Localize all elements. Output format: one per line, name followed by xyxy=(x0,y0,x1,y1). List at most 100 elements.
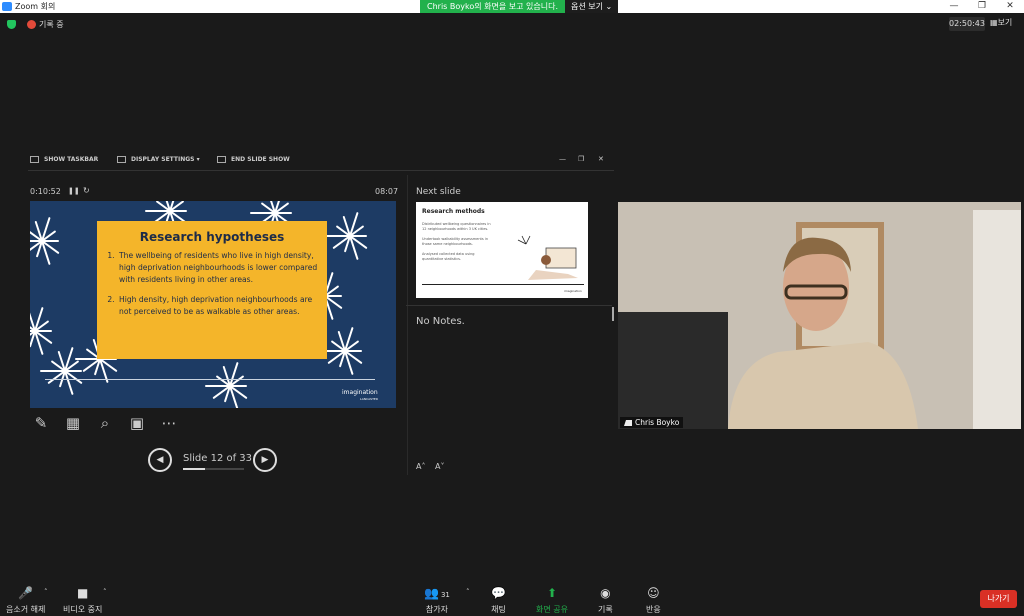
next-slide-line: Distributed wellbeing questionnaires in … xyxy=(422,222,491,231)
grid-view-icon: ▦ xyxy=(990,18,998,27)
speaker-notes: No Notes. xyxy=(416,316,465,327)
restore-button[interactable]: ❐ xyxy=(968,0,996,13)
stop-video-label: 비디오 중지 xyxy=(63,605,103,614)
reset-timer-icon[interactable]: ↻ xyxy=(83,186,90,195)
chat-button[interactable]: 💬 채팅 xyxy=(491,585,506,615)
view-options-button[interactable]: 옵션 보기 ⌄ xyxy=(565,0,619,13)
more-options-icon[interactable]: ⋯ xyxy=(158,413,180,433)
participant-name-tag: Chris Boyko xyxy=(620,417,684,428)
next-slide-divider xyxy=(422,284,584,285)
share-screen-button[interactable]: ⬆ 화면 공유 xyxy=(536,585,568,615)
next-slide-preview[interactable]: Research methods Distributed wellbeing q… xyxy=(416,202,588,298)
current-slide: Research hypotheses The wellbeing of res… xyxy=(30,201,396,408)
resize-grip[interactable] xyxy=(612,307,614,321)
security-shield-icon[interactable] xyxy=(7,20,16,29)
participants-label: 참가자 xyxy=(425,605,448,614)
minimize-button[interactable]: — xyxy=(940,0,968,13)
reactions-button[interactable]: ☺ 반응 xyxy=(646,585,661,615)
pv-minimize-icon[interactable]: — xyxy=(559,155,566,163)
all-slides-icon[interactable]: ▦ xyxy=(62,413,84,433)
participant-count: 31 xyxy=(440,591,450,599)
presenter-view-toolbar: SHOW TASKBAR DISPLAY SETTINGS ▾ END SLID… xyxy=(28,153,614,171)
participant-video[interactable]: Chris Boyko xyxy=(618,202,1021,429)
unmute-button[interactable]: 🎤 음소거 해제 xyxy=(6,585,45,615)
window-title: Zoom 회의 xyxy=(15,2,56,11)
slide-progress-bar xyxy=(183,468,244,470)
stop-video-button[interactable]: ■ 비디오 중지 xyxy=(63,585,102,615)
current-time: 08:07 xyxy=(375,187,399,196)
zoom-magnifier-icon[interactable]: ⌕ xyxy=(94,413,116,433)
next-slide-logo: imagination xyxy=(564,289,582,293)
recording-icon xyxy=(27,20,36,29)
chat-icon: 💬 xyxy=(491,586,506,600)
next-slide-line: Analysed collected data using quantitati… xyxy=(422,252,475,261)
screen-share-banner: Chris Boyko의 화면을 보고 있습니다. 옵션 보기 ⌄ xyxy=(420,0,619,13)
taskbar-icon xyxy=(30,156,39,163)
participants-options-caret[interactable]: ˄ xyxy=(466,588,470,596)
hypotheses-list: The wellbeing of residents who live in h… xyxy=(105,250,319,318)
participant-name: Chris Boyko xyxy=(635,418,680,427)
view-button[interactable]: ▦보기 xyxy=(990,17,1012,28)
display-settings-button[interactable]: DISPLAY SETTINGS ▾ xyxy=(117,156,200,163)
participants-icon-wrap: 👥 31 xyxy=(424,585,450,601)
display-settings-label: DISPLAY SETTINGS ▾ xyxy=(131,156,200,163)
video-feed xyxy=(618,202,1021,429)
view-label: 보기 xyxy=(997,18,1013,27)
next-slide-button[interactable]: ▶ xyxy=(253,448,277,472)
record-label: 기록 xyxy=(598,605,613,614)
pv-restore-icon[interactable]: ❐ xyxy=(578,155,584,163)
slide-title: Research hypotheses xyxy=(139,230,285,244)
zoom-app-icon xyxy=(2,2,12,11)
record-button[interactable]: ◉ 기록 xyxy=(598,585,613,615)
participants-button[interactable]: 👥 31 참가자 xyxy=(424,585,450,615)
hypothesis-item: High density, high deprivation neighbour… xyxy=(117,294,319,318)
end-slide-show-label: END SLIDE SHOW xyxy=(231,156,290,163)
previous-slide-button[interactable]: ◀ xyxy=(148,448,172,472)
unmute-label: 음소거 해제 xyxy=(6,605,46,614)
notes-divider xyxy=(406,305,612,306)
next-slide-label: Next slide xyxy=(416,187,461,197)
slide-counter: Slide 12 of 33 xyxy=(183,453,253,464)
record-icon: ◉ xyxy=(600,586,611,600)
share-screen-icon: ⬆ xyxy=(546,586,558,600)
chat-label: 채팅 xyxy=(491,605,506,614)
monitor-icon xyxy=(117,156,126,163)
recording-label: 기록 중 xyxy=(39,20,64,29)
next-slide-line: Undertook walkability assessments in tho… xyxy=(422,237,489,246)
close-button[interactable]: ✕ xyxy=(996,0,1024,13)
zoom-meeting-window: Zoom 회의 — ❐ ✕ Chris Boyko의 화면을 보고 있습니다. … xyxy=(0,0,1024,616)
muted-mic-icon: 🎤 xyxy=(18,586,34,600)
hypothesis-item: The wellbeing of residents who live in h… xyxy=(117,250,319,286)
pen-icon[interactable]: ✎ xyxy=(30,413,52,433)
slide-navigation: ◀ Slide 12 of 33 ▶ xyxy=(148,447,278,473)
slide-logo-sub: LANCASTER xyxy=(360,397,378,401)
next-slide-title: Research methods xyxy=(422,208,485,215)
video-options-caret[interactable]: ˄ xyxy=(103,588,107,596)
pv-close-icon[interactable]: ✕ xyxy=(598,155,604,163)
show-taskbar-button[interactable]: SHOW TASKBAR xyxy=(30,156,98,163)
viewing-share-message: Chris Boyko의 화면을 보고 있습니다. xyxy=(420,0,566,13)
slide-progress-fill xyxy=(183,468,206,470)
show-taskbar-label: SHOW TASKBAR xyxy=(44,156,99,163)
elapsed-timer: 0:10:52 xyxy=(30,187,61,196)
hypotheses-box: Research hypotheses The wellbeing of res… xyxy=(97,221,327,359)
slide-divider xyxy=(45,379,375,380)
meeting-controls: 🎤 음소거 해제 ˄ ■ 비디오 중지 ˄ 👥 31 참가자 ˄ 💬 채팅 ⬆ 화… xyxy=(0,581,1024,616)
video-camera-icon: ■ xyxy=(77,586,89,600)
signal-bars-icon xyxy=(624,419,632,426)
participants-icon: 👥 xyxy=(424,586,439,600)
reactions-label: 반응 xyxy=(646,605,661,614)
black-screen-icon[interactable]: ▣ xyxy=(126,413,148,433)
meeting-clock: 02:50:43 xyxy=(949,17,985,31)
reactions-icon: ☺ xyxy=(647,586,660,600)
share-screen-label: 화면 공유 xyxy=(536,605,568,614)
pause-timer-icon[interactable]: ❚❚ xyxy=(68,187,80,195)
leave-button[interactable]: 나가기 xyxy=(980,590,1017,608)
audio-options-caret[interactable]: ˄ xyxy=(44,588,48,596)
presenter-tools: ✎ ▦ ⌕ ▣ ⋯ xyxy=(30,413,180,433)
end-show-icon xyxy=(217,156,226,163)
panel-splitter[interactable] xyxy=(407,175,408,475)
decrease-font-button[interactable]: A˅ xyxy=(435,462,444,471)
increase-font-button[interactable]: A˄ xyxy=(416,462,425,471)
end-slide-show-button[interactable]: END SLIDE SHOW xyxy=(217,156,290,163)
